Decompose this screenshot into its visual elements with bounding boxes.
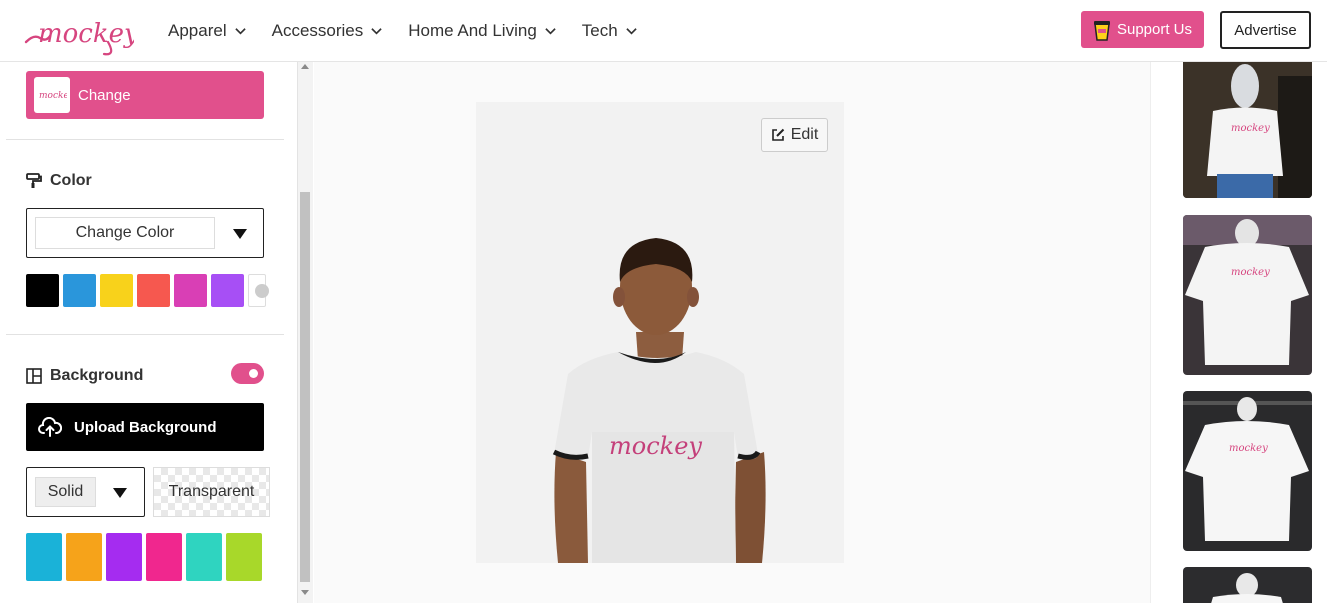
upload-background-button[interactable]: Upload Background <box>26 403 264 451</box>
edit-button[interactable]: Edit <box>761 118 828 152</box>
swatch-red[interactable] <box>137 274 170 307</box>
mockup-thumbnail-2[interactable]: mockey <box>1183 215 1312 375</box>
svg-text:mockey: mockey <box>1231 267 1270 278</box>
mockup-canvas-area: mockey Edit <box>314 62 1150 603</box>
svg-text:mockey: mockey <box>1231 123 1270 134</box>
transparent-background-option[interactable]: Transparent <box>153 467 270 517</box>
advertise-button[interactable]: Advertise <box>1220 11 1311 49</box>
caret-down-icon <box>113 488 127 498</box>
transparent-label: Transparent <box>168 483 255 500</box>
scroll-up-arrow-icon[interactable] <box>301 64 309 69</box>
background-type-select[interactable]: Solid <box>26 467 145 517</box>
nav-accessories[interactable]: Accessories <box>272 21 383 41</box>
pattern-cyan[interactable] <box>26 533 62 581</box>
toggle-knob <box>249 369 258 378</box>
change-color-select[interactable]: Change Color <box>26 208 264 258</box>
back-tshirt-image: mockey <box>1183 215 1312 375</box>
solid-label: Solid <box>35 477 96 507</box>
chevron-down-icon <box>626 27 637 35</box>
change-color-label: Change Color <box>35 217 215 249</box>
color-title: Color <box>50 172 92 189</box>
divider <box>6 139 284 140</box>
edit-icon <box>771 128 784 141</box>
chevron-down-icon <box>371 27 382 35</box>
change-label: Change <box>78 86 131 104</box>
logo-text: mockey <box>38 19 134 49</box>
edit-label: Edit <box>790 126 819 143</box>
nav-accessories-label: Accessories <box>271 21 364 40</box>
pattern-orange[interactable] <box>66 533 102 581</box>
logo-thumbnail: mockey <box>34 77 70 113</box>
scroll-thumb[interactable] <box>300 192 310 582</box>
swatch-yellow[interactable] <box>100 274 133 307</box>
background-section-title: Background <box>26 367 143 385</box>
customize-sidebar: mockey Change Color Change Color <box>0 62 300 603</box>
dark-tshirt-image <box>1183 567 1312 603</box>
mockup-thumbnail-3[interactable]: mockey <box>1183 391 1312 551</box>
top-header: mockey Apparel Accessories Home And Livi… <box>0 0 1327 62</box>
chevron-down-icon <box>234 27 246 35</box>
nav-home-and-living-label: Home And Living <box>408 21 537 40</box>
color-section-title: Color <box>26 172 92 190</box>
change-logo-button[interactable]: mockey Change <box>26 71 264 119</box>
swatch-magenta[interactable] <box>174 274 207 307</box>
divider <box>6 334 284 335</box>
main-nav: Apparel Accessories Home And Living Tech <box>168 0 663 62</box>
nav-tech[interactable]: Tech <box>582 21 637 41</box>
support-us-button[interactable]: Support Us <box>1081 11 1204 48</box>
swatch-custom-picker[interactable] <box>248 274 269 307</box>
color-picker-icon <box>255 284 269 298</box>
shirt-logo-text: mockey <box>609 432 702 460</box>
paint-roller-icon <box>26 173 42 188</box>
nav-apparel[interactable]: Apparel <box>168 21 246 41</box>
upload-background-label: Upload Background <box>74 418 217 436</box>
layout-icon <box>26 368 42 384</box>
chevron-down-icon <box>545 27 556 35</box>
background-title: Background <box>50 367 144 384</box>
pattern-purple[interactable] <box>106 533 142 581</box>
pattern-teal[interactable] <box>186 533 222 581</box>
mockey-logo[interactable]: mockey <box>24 12 139 56</box>
background-patterns <box>26 533 262 581</box>
swatch-blue[interactable] <box>63 274 96 307</box>
svg-text:mockey: mockey <box>1229 443 1268 454</box>
swatch-purple[interactable] <box>211 274 244 307</box>
rack-tshirt-image: mockey <box>1183 391 1312 551</box>
mockup-preview: mockey Edit <box>476 102 844 563</box>
background-toggle[interactable] <box>231 363 264 384</box>
cloud-upload-icon <box>38 417 62 437</box>
mannequin-tshirt-image: mockey <box>1183 62 1312 198</box>
scroll-down-arrow-icon[interactable] <box>301 590 309 595</box>
sidebar-scrollbar[interactable] <box>297 62 313 603</box>
color-swatches <box>26 274 269 307</box>
mockup-thumbnail-1[interactable]: mockey <box>1183 62 1312 198</box>
nav-home-and-living[interactable]: Home And Living <box>408 21 556 41</box>
caret-down-icon <box>233 229 247 239</box>
swatch-black[interactable] <box>26 274 59 307</box>
svg-text:mockey: mockey <box>39 91 67 101</box>
coffee-cup-icon <box>1093 20 1110 41</box>
mockup-thumbnails: mockey mockey mockey <box>1150 62 1327 603</box>
mockup-thumbnail-4[interactable] <box>1183 567 1312 603</box>
tshirt-model-image: mockey <box>552 238 766 563</box>
advertise-label: Advertise <box>1234 21 1297 39</box>
pattern-pink[interactable] <box>146 533 182 581</box>
pattern-lime[interactable] <box>226 533 262 581</box>
nav-apparel-label: Apparel <box>168 21 227 40</box>
support-us-label: Support Us <box>1116 21 1193 38</box>
nav-tech-label: Tech <box>581 21 618 40</box>
